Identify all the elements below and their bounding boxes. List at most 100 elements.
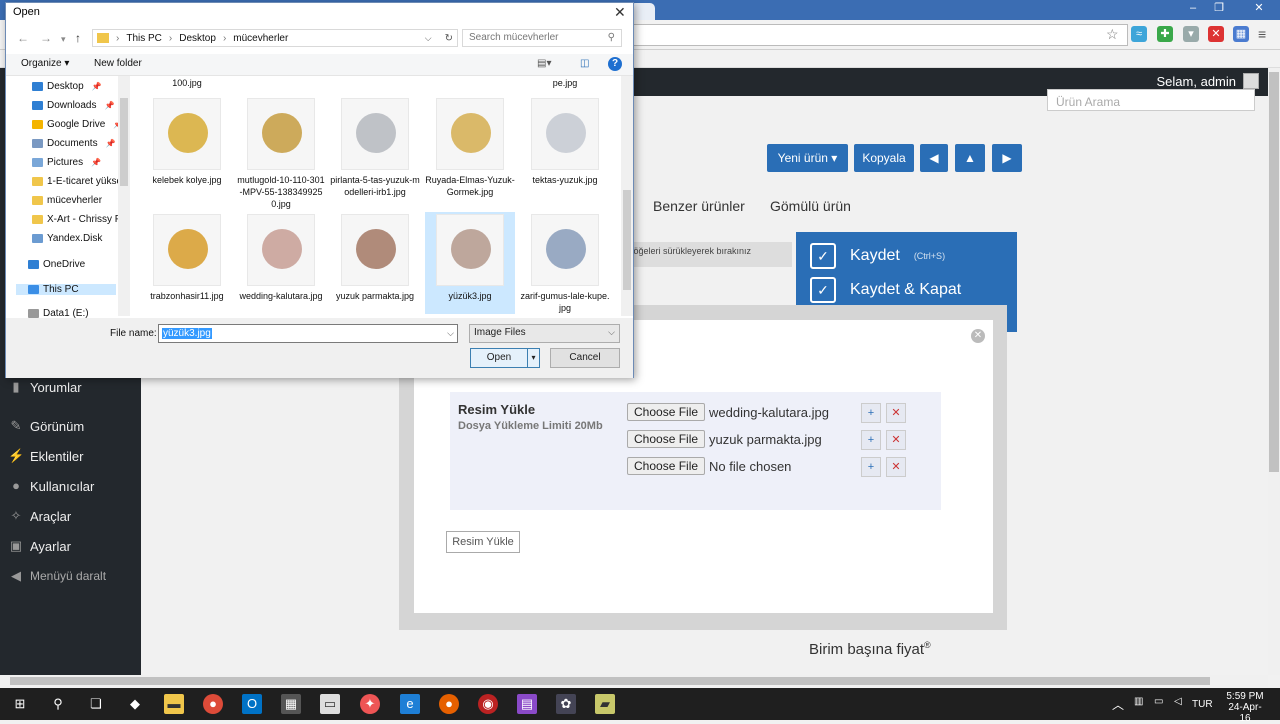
nav-item[interactable]: Documents 📌 — [32, 138, 116, 149]
network-icon[interactable]: ▥ — [1134, 696, 1143, 707]
sidebar-item-tools[interactable]: ✧ Araçlar — [8, 508, 72, 524]
new-product-button[interactable]: Yeni ürün ▾ — [767, 144, 848, 172]
choose-file-button[interactable]: Choose File — [627, 403, 706, 421]
task-view-icon[interactable]: ❏ — [86, 694, 106, 714]
address-bar[interactable] — [630, 24, 1128, 46]
notes-icon[interactable]: ▰ — [595, 694, 615, 714]
forward-icon[interactable]: → — [40, 31, 52, 45]
sidebar-item-users[interactable]: ● Kullanıcılar — [8, 478, 94, 494]
outlook-icon[interactable]: O — [242, 694, 262, 714]
organize-button[interactable]: Organize ▾ — [21, 58, 69, 69]
evernote-icon[interactable]: ✚ — [1157, 26, 1173, 42]
refresh-icon[interactable]: ↻ — [445, 33, 453, 44]
adblock-icon[interactable]: ✕ — [1208, 26, 1224, 42]
nav-item[interactable]: X-Art - Chrissy F — [32, 214, 121, 225]
remove-icon[interactable]: ✕ — [886, 430, 906, 450]
file-type-select[interactable]: Image Files ⌵ — [469, 324, 620, 343]
nav-item[interactable]: mücevherler — [32, 195, 102, 206]
file-tile[interactable]: Ruyada-Elmas-Yuzuk-Gormek.jpg — [425, 96, 515, 198]
volume-icon[interactable]: ◁ — [1174, 696, 1182, 707]
cancel-button[interactable]: Cancel — [550, 348, 620, 368]
file-tile-label[interactable]: pe.jpg — [525, 78, 605, 88]
preview-pane-icon[interactable]: ◫ — [580, 58, 589, 69]
file-tile[interactable]: pirlanta-5-tas-yuzuk-modelleri-irb1.jpg — [330, 96, 420, 198]
product-search-input[interactable]: Ürün Arama — [1047, 89, 1255, 111]
remove-icon[interactable]: ✕ — [886, 457, 906, 477]
clock[interactable]: 5:59 PM 24-Apr-16 — [1223, 691, 1267, 724]
battery-icon[interactable]: ▭ — [1154, 696, 1163, 707]
dialog-address-bar[interactable]: › This PC › Desktop › mücevherler ⌵ ↻ — [92, 29, 458, 47]
add-icon[interactable]: + — [861, 457, 881, 477]
breadcrumb-item[interactable]: Desktop — [179, 33, 216, 44]
tab-similar-products[interactable]: Benzer ürünler — [653, 198, 745, 214]
search-icon[interactable]: ⚲ — [48, 694, 68, 714]
firefox-icon[interactable]: ● — [439, 694, 459, 714]
star-icon[interactable]: ☆ — [1106, 26, 1119, 43]
avatar[interactable] — [1243, 73, 1259, 89]
file-tile[interactable]: yuzuk parmakta.jpg — [330, 212, 420, 314]
copy-button[interactable]: Kopyala — [854, 144, 914, 172]
windows-start-icon[interactable]: ⊞ — [10, 694, 30, 714]
file-tile[interactable]: zarif-gumus-lale-kupe.jpg — [520, 212, 610, 314]
greeting[interactable]: Selam, admin — [1157, 74, 1236, 89]
split-arrow-icon[interactable]: ▾ — [527, 349, 539, 367]
app-icon[interactable]: ◆ — [125, 694, 145, 714]
chevron-down-icon[interactable]: ⌵ — [447, 328, 454, 339]
up-icon[interactable]: ↑ — [75, 31, 81, 45]
breadcrumb-item[interactable]: This PC — [126, 33, 162, 44]
tray-chevron-icon[interactable]: ︿ — [1112, 696, 1124, 713]
nav-scroll-thumb[interactable] — [120, 98, 128, 186]
dialog-close-icon[interactable]: ✕ — [614, 4, 626, 21]
nav-item[interactable]: 1-E-ticaret yükse — [32, 176, 122, 187]
choose-file-button[interactable]: Choose File — [627, 430, 706, 448]
sidebar-item-appearance[interactable]: ✎ Görünüm — [8, 418, 85, 434]
add-icon[interactable]: + — [861, 403, 881, 423]
notepad-icon[interactable]: ▭ — [320, 694, 340, 714]
file-tile[interactable]: yüzük3.jpg — [425, 212, 515, 314]
help-icon[interactable]: ? — [608, 57, 622, 71]
page-scroll-thumb[interactable] — [1269, 72, 1279, 472]
minimize-button[interactable]: – — [1180, 0, 1206, 18]
file-tile[interactable]: tektas-yuzuk.jpg — [520, 96, 610, 198]
close-window-button[interactable]: ✕ — [1246, 0, 1272, 18]
help-icon[interactable]: ® — [924, 640, 931, 650]
file-tile[interactable]: kelebek kolye.jpg — [142, 96, 232, 198]
recent-icon[interactable]: ▾ — [61, 34, 66, 45]
remove-icon[interactable]: ✕ — [886, 403, 906, 423]
nav-item[interactable]: Yandex.Disk — [32, 233, 102, 244]
file-explorer-icon[interactable]: ▬ — [164, 694, 184, 714]
file-tile[interactable]: trabzonhasir11.jpg — [142, 212, 232, 314]
horizontal-scroll-thumb[interactable] — [10, 677, 1210, 685]
pocket-icon[interactable]: ▾ — [1183, 26, 1199, 42]
upload-button[interactable]: Resim Yükle — [446, 531, 520, 553]
dialog-search-input[interactable]: Search mücevherler ⚲ — [462, 29, 622, 47]
add-icon[interactable]: + — [861, 430, 881, 450]
close-icon[interactable]: ✕ — [971, 329, 985, 343]
open-button[interactable]: Open ▾ — [470, 348, 540, 368]
tab-embedded-product[interactable]: Gömülü ürün — [770, 198, 851, 214]
files-scroll-thumb[interactable] — [623, 190, 631, 290]
view-icon[interactable]: ▤▾ — [537, 58, 551, 69]
app-icon[interactable]: ✿ — [556, 694, 576, 714]
choose-file-button[interactable]: Choose File — [627, 457, 706, 475]
winrar-icon[interactable]: ▤ — [517, 694, 537, 714]
file-name-input[interactable]: yüzük3.jpg ⌵ — [158, 324, 458, 343]
file-tile-label[interactable]: 100.jpg — [147, 78, 227, 88]
dropdown-icon[interactable]: ⌵ — [425, 33, 432, 44]
arrow-right-icon[interactable]: ▶ — [992, 144, 1022, 172]
new-folder-button[interactable]: New folder — [94, 58, 142, 69]
sidebar-item-settings[interactable]: ▣ Ayarlar — [8, 538, 71, 554]
nav-item[interactable]: OneDrive — [28, 259, 85, 270]
file-tile[interactable]: wedding-kalutara.jpg — [236, 212, 326, 314]
nav-item[interactable]: Pictures 📌 — [32, 157, 101, 168]
app-icon[interactable]: ✦ — [360, 694, 380, 714]
back-icon[interactable]: ← — [17, 31, 29, 45]
opera-icon[interactable]: ◉ — [478, 694, 498, 714]
extension-icon[interactable]: ≈ — [1131, 26, 1147, 42]
calendar-icon[interactable]: ▦ — [1233, 26, 1249, 42]
nav-item[interactable]: Downloads 📌 — [32, 100, 114, 111]
chrome-icon[interactable]: ● — [203, 694, 223, 714]
nav-item[interactable]: Google Drive📌 — [32, 119, 123, 130]
nav-item[interactable]: This PC — [16, 284, 116, 295]
breadcrumb-item[interactable]: mücevherler — [233, 33, 288, 44]
